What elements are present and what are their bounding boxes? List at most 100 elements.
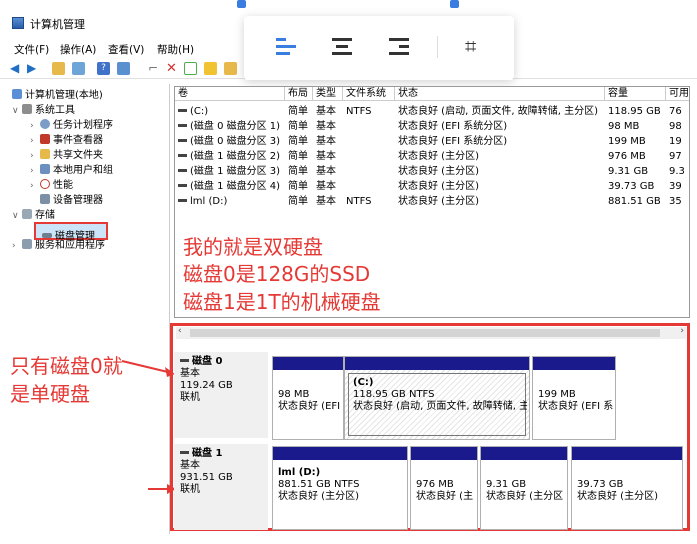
- annotation-single-disk-line1: 只有磁盘0就: [10, 354, 123, 378]
- properties-icon[interactable]: [117, 62, 130, 75]
- col-capacity[interactable]: 容量: [605, 87, 666, 101]
- selection-handle-left[interactable]: [237, 0, 246, 8]
- performance-icon: [40, 179, 50, 189]
- disk-icon: [180, 359, 189, 362]
- table-row[interactable]: (磁盘 1 磁盘分区 2) 简单 基本 状态良好 (主分区) 976 MB 97: [175, 149, 689, 164]
- chevron-right-icon[interactable]: ›: [30, 166, 40, 176]
- volume-icon: [178, 109, 187, 112]
- up-folder-icon[interactable]: [52, 62, 65, 75]
- volume-icon: [178, 124, 187, 127]
- annotation-disk0: 磁盘0是128G的SSD: [183, 262, 371, 286]
- table-cell: 199 MB: [608, 136, 646, 147]
- table-cell: NTFS: [346, 106, 372, 117]
- disk1-partition-3[interactable]: 9.31 GB 状态良好 (主分区: [480, 446, 568, 530]
- back-icon[interactable]: ◀: [10, 62, 23, 75]
- console-tree-icon[interactable]: [72, 62, 85, 75]
- table-row[interactable]: lml (D:) 简单 基本 NTFS 状态良好 (主分区) 881.51 GB 35: [175, 194, 689, 209]
- crop-icon[interactable]: ⌗: [465, 34, 476, 58]
- col-filesystem[interactable]: 文件系统: [343, 87, 395, 101]
- storage-icon: [22, 209, 32, 219]
- table-cell: 状态良好 (主分区): [398, 166, 479, 177]
- tree-performance[interactable]: › 性能: [30, 176, 73, 191]
- chevron-down-icon[interactable]: ∨: [12, 106, 22, 116]
- col-volume[interactable]: 卷: [175, 87, 285, 101]
- volume-icon: [178, 184, 187, 187]
- table-cell: 基本: [316, 181, 336, 192]
- table-cell: 19: [669, 136, 682, 147]
- table-cell: 97: [669, 151, 682, 162]
- tree-disk-management[interactable]: 磁盘管理: [34, 222, 108, 242]
- table-cell: 9.3: [669, 166, 685, 177]
- users-icon: [40, 164, 50, 174]
- table-cell: 9.31 GB: [608, 166, 649, 177]
- connect-icon[interactable]: ⌐: [148, 62, 161, 75]
- help-icon[interactable]: ?: [97, 62, 110, 75]
- tree-root[interactable]: 计算机管理(本地): [12, 86, 103, 101]
- table-cell: 基本: [316, 106, 336, 117]
- disk0-partition-efi3[interactable]: 199 MB 状态良好 (EFI 系: [532, 356, 616, 440]
- tree-system-tools[interactable]: ∨ 系统工具: [12, 101, 75, 116]
- shared-folder-icon: [40, 149, 50, 159]
- table-row[interactable]: (C:) 简单 基本 NTFS 状态良好 (启动, 页面文件, 故障转储, 主分区) 11…: [175, 104, 689, 119]
- table-row[interactable]: (磁盘 1 磁盘分区 3) 简单 基本 状态良好 (主分区) 9.31 GB 9.3: [175, 164, 689, 179]
- menu-file[interactable]: 文件(F): [14, 42, 49, 57]
- table-row[interactable]: (磁盘 1 磁盘分区 4) 简单 基本 状态良好 (主分区) 39.73 GB 39: [175, 179, 689, 194]
- table-cell: (磁盘 1 磁盘分区 2): [178, 149, 284, 164]
- disk0-partition-efi1[interactable]: 98 MB 状态良好 (EFI: [272, 356, 344, 440]
- tree-shared-folders[interactable]: › 共享文件夹: [30, 146, 103, 161]
- tree-storage[interactable]: ∨ 存储: [12, 206, 55, 221]
- table-cell: 简单: [288, 196, 308, 207]
- col-status[interactable]: 状态: [395, 87, 605, 101]
- tree-task-scheduler[interactable]: › 任务计划程序: [30, 116, 113, 131]
- window-title: 计算机管理: [30, 18, 85, 31]
- menu-action[interactable]: 操作(A): [60, 42, 96, 57]
- table-row[interactable]: (磁盘 0 磁盘分区 1) 简单 基本 状态良好 (EFI 系统分区) 98 MB 98: [175, 119, 689, 134]
- table-cell: (磁盘 1 磁盘分区 4): [178, 179, 284, 194]
- folder-icon[interactable]: [224, 62, 237, 75]
- table-cell: 简单: [288, 106, 308, 117]
- import-icon[interactable]: [204, 62, 217, 75]
- table-cell: 118.95 GB: [608, 106, 661, 117]
- disk1-partition-2[interactable]: 976 MB 状态良好 (主: [410, 446, 478, 530]
- table-cell: 基本: [316, 166, 336, 177]
- table-cell: (磁盘 0 磁盘分区 3): [178, 134, 284, 149]
- align-center-icon[interactable]: [332, 38, 352, 56]
- align-left-icon[interactable]: [276, 38, 296, 56]
- col-free[interactable]: 可用: [666, 87, 689, 101]
- volume-icon: [178, 154, 187, 157]
- disk0-label[interactable]: 磁盘 0 基本 119.24 GB 联机: [174, 352, 268, 438]
- chevron-right-icon[interactable]: ›: [30, 121, 40, 131]
- disk1-partition-d[interactable]: lml (D:) 881.51 GB NTFS 状态良好 (主分区): [272, 446, 408, 530]
- forward-icon[interactable]: ▶: [27, 62, 40, 75]
- table-cell: 98: [669, 121, 682, 132]
- computer-management-icon: [12, 17, 24, 29]
- selection-handle-right[interactable]: [450, 0, 459, 8]
- table-cell: 简单: [288, 121, 308, 132]
- disk-icon: [42, 233, 52, 238]
- chevron-right-icon[interactable]: ›: [30, 136, 40, 146]
- chevron-right-icon[interactable]: ›: [30, 181, 40, 191]
- table-cell: 35: [669, 196, 682, 207]
- align-right-icon[interactable]: [389, 38, 409, 56]
- col-layout[interactable]: 布局: [285, 87, 313, 101]
- table-row[interactable]: (磁盘 0 磁盘分区 3) 简单 基本 状态良好 (EFI 系统分区) 199 MB 19: [175, 134, 689, 149]
- disk0-partition-c[interactable]: (C:) 118.95 GB NTFS 状态良好 (启动, 页面文件, 故障转储, …: [344, 356, 530, 440]
- tree-event-viewer[interactable]: › 事件查看器: [30, 131, 103, 146]
- check-icon[interactable]: [184, 62, 197, 75]
- disk1-partition-4[interactable]: 39.73 GB 状态良好 (主分区): [571, 446, 683, 530]
- menu-help[interactable]: 帮助(H): [157, 42, 194, 57]
- disk1-label[interactable]: 磁盘 1 基本 931.51 GB 联机: [174, 444, 268, 530]
- table-cell: 基本: [316, 196, 336, 207]
- chevron-right-icon[interactable]: ›: [30, 151, 40, 161]
- col-type[interactable]: 类型: [313, 87, 343, 101]
- clock-icon: [40, 119, 50, 129]
- chevron-down-icon[interactable]: ∨: [12, 211, 22, 221]
- tree-device-manager[interactable]: 设备管理器: [40, 191, 103, 206]
- menu-view[interactable]: 查看(V): [108, 42, 144, 57]
- delete-icon[interactable]: ✕: [166, 62, 179, 75]
- tree-local-users[interactable]: › 本地用户和组: [30, 161, 113, 176]
- table-cell: 基本: [316, 121, 336, 132]
- table-cell: 状态良好 (EFI 系统分区): [398, 136, 508, 147]
- chevron-right-icon[interactable]: ›: [12, 241, 22, 251]
- table-cell: 76: [669, 106, 682, 117]
